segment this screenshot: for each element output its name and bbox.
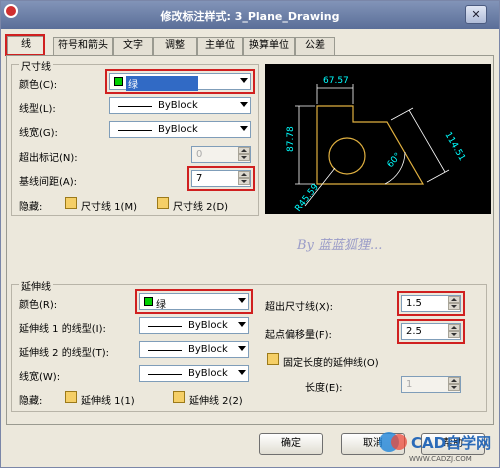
line-sample-icon bbox=[118, 106, 152, 107]
tab-tolerances[interactable]: 公差 bbox=[295, 37, 335, 55]
highlight-dim-baseline bbox=[187, 166, 255, 191]
highlight-tab-lines bbox=[5, 34, 45, 56]
dim-suppress2-label: 尺寸线 2(D) bbox=[173, 202, 229, 213]
ok-button[interactable]: 确定 bbox=[259, 433, 323, 455]
dim-suppress-label: 隐藏: bbox=[19, 202, 43, 213]
highlight-dim-color bbox=[105, 69, 255, 94]
ext-length-value: 1 bbox=[406, 379, 413, 390]
line-sample-icon bbox=[148, 374, 182, 375]
ext-length-spinner[interactable]: 1 bbox=[401, 376, 461, 393]
spin-up-icon[interactable] bbox=[238, 147, 250, 154]
site-logo-url: WWW.CADZJ.COM bbox=[409, 455, 472, 463]
ext-lineweight-value: ByBlock bbox=[188, 368, 228, 379]
group-title-extension-lines: 延伸线 bbox=[19, 278, 53, 293]
highlight-ext-color bbox=[135, 289, 253, 314]
dim-lineweight-label: 线宽(G): bbox=[19, 128, 58, 139]
dim-suppress1-label: 尺寸线 1(M) bbox=[81, 202, 137, 213]
dim-lineweight-combo[interactable]: ByBlock bbox=[109, 121, 251, 138]
preview-dim-angle: 60° bbox=[386, 151, 404, 170]
tab-text[interactable]: 文字 bbox=[113, 37, 153, 55]
preview-dim-right: 114.51 bbox=[442, 131, 466, 163]
chevron-down-icon bbox=[238, 370, 246, 375]
ext-suppress1-checkbox[interactable] bbox=[65, 391, 77, 403]
ext-linetype2-label: 延伸线 2 的线型(T): bbox=[19, 348, 109, 359]
chevron-down-icon bbox=[240, 126, 248, 131]
ext-linetype2-combo[interactable]: ByBlock bbox=[139, 341, 249, 358]
highlight-ext-beyond bbox=[397, 291, 465, 316]
window-title: 修改标注样式: 3_Plane_Drawing bbox=[160, 10, 340, 23]
ext-linetype1-value: ByBlock bbox=[188, 320, 228, 331]
dim-lineweight-value: ByBlock bbox=[158, 124, 198, 135]
ext-linetype2-value: ByBlock bbox=[188, 344, 228, 355]
dimension-style-dialog: 修改标注样式: 3_Plane_Drawing ✕ 线 符号和箭头 文字 调整 … bbox=[0, 0, 500, 468]
preview-canvas: 67.57 87.78 114.51 60° R45.59 bbox=[265, 64, 491, 214]
dim-extend-spinner[interactable]: 0 bbox=[191, 146, 251, 163]
tab-symbols-arrows[interactable]: 符号和箭头 bbox=[53, 37, 113, 55]
ext-color-label: 颜色(R): bbox=[19, 300, 58, 311]
group-title-dimension-lines: 尺寸线 bbox=[19, 58, 53, 73]
line-sample-icon bbox=[148, 326, 182, 327]
preview-dim-radius: R45.59 bbox=[293, 182, 321, 214]
tab-fit[interactable]: 调整 bbox=[153, 37, 197, 55]
preview-dim-top: 67.57 bbox=[323, 76, 349, 86]
dim-extend-label: 超出标记(N): bbox=[19, 153, 78, 164]
preview-dim-left: 87.78 bbox=[286, 126, 296, 152]
preview-drawing: 67.57 87.78 114.51 60° R45.59 bbox=[286, 76, 467, 214]
dim-linetype-label: 线型(L): bbox=[19, 104, 56, 115]
line-sample-icon bbox=[148, 350, 182, 351]
ext-lineweight-combo[interactable]: ByBlock bbox=[139, 365, 249, 382]
ext-suppress2-label: 延伸线 2(2) bbox=[189, 396, 243, 407]
dim-extend-value: 0 bbox=[196, 149, 203, 160]
ext-length-label: 长度(E): bbox=[305, 383, 343, 394]
ext-suppress1-label: 延伸线 1(1) bbox=[81, 396, 135, 407]
spin-down-icon[interactable] bbox=[448, 384, 460, 391]
chevron-down-icon bbox=[238, 322, 246, 327]
chevron-down-icon bbox=[238, 346, 246, 351]
tab-panel-lines: 尺寸线 颜色(C): 绿 线型(L): ByBlock 线宽(G): ByBlo… bbox=[6, 55, 494, 425]
dim-suppress1-checkbox[interactable] bbox=[65, 197, 77, 209]
site-logo-graphic: CAD自学网 WWW.CADZJ.COM bbox=[379, 432, 491, 463]
ext-lineweight-label: 线宽(W): bbox=[19, 372, 61, 383]
ext-fixed-length-checkbox[interactable] bbox=[267, 353, 279, 365]
spin-up-icon[interactable] bbox=[448, 377, 460, 384]
spin-down-icon[interactable] bbox=[238, 154, 250, 161]
close-button[interactable]: ✕ bbox=[465, 5, 487, 24]
dim-suppress2-checkbox[interactable] bbox=[157, 197, 169, 209]
dim-baseline-label: 基线间距(A): bbox=[19, 177, 78, 188]
tab-primary-units[interactable]: 主单位 bbox=[197, 37, 243, 55]
site-logo-text: CAD自学网 bbox=[411, 434, 491, 452]
ext-fixed-length-label: 固定长度的延伸线(O) bbox=[283, 358, 379, 369]
ext-beyond-label: 超出尺寸线(X): bbox=[265, 302, 334, 313]
chevron-down-icon bbox=[240, 102, 248, 107]
watermark: By 蓝蓝狐狸... bbox=[297, 238, 383, 253]
tab-alternate-units[interactable]: 换算单位 bbox=[243, 37, 295, 55]
ext-suppress2-checkbox[interactable] bbox=[173, 391, 185, 403]
line-sample-icon bbox=[118, 130, 152, 131]
dim-color-label: 颜色(C): bbox=[19, 80, 58, 91]
ext-linetype1-combo[interactable]: ByBlock bbox=[139, 317, 249, 334]
dim-linetype-value: ByBlock bbox=[158, 100, 198, 111]
ext-suppress-label: 隐藏: bbox=[19, 396, 43, 407]
highlight-ext-offset bbox=[397, 319, 465, 344]
site-logo: CAD自学网 WWW.CADZJ.COM bbox=[375, 424, 495, 464]
ext-offset-label: 起点偏移量(F): bbox=[265, 330, 332, 341]
dim-linetype-combo[interactable]: ByBlock bbox=[109, 97, 251, 114]
ext-linetype1-label: 延伸线 1 的线型(I): bbox=[19, 324, 106, 335]
title-bar: 修改标注样式: 3_Plane_Drawing ✕ bbox=[1, 1, 499, 29]
